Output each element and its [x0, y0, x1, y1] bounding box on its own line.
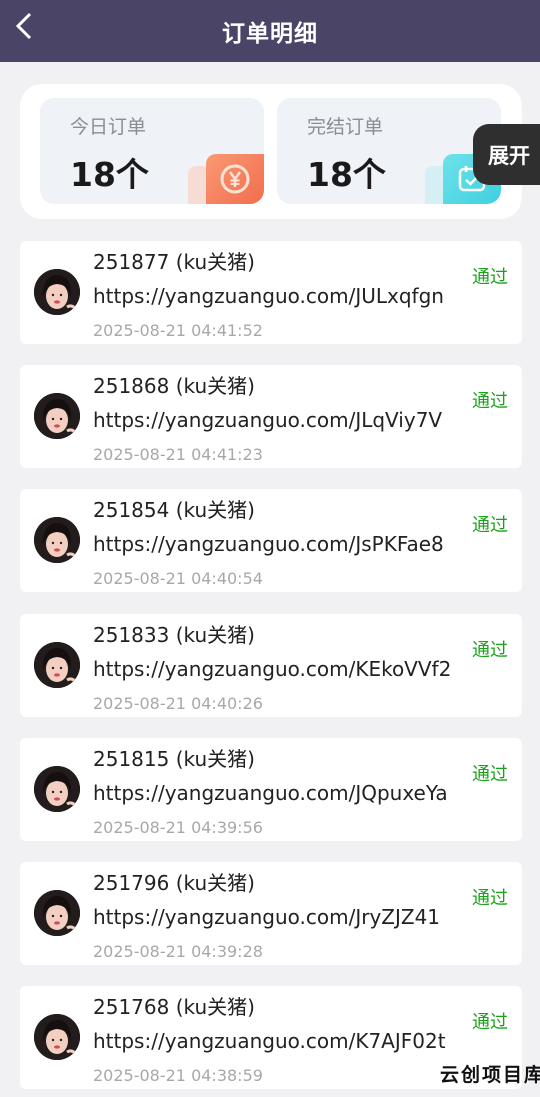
avatar — [34, 1014, 80, 1060]
order-title: 251815 (ku关猪) — [93, 747, 255, 771]
order-timestamp: 2025-08-21 04:41:52 — [93, 321, 263, 340]
order-status-badge[interactable]: 通过 — [472, 1008, 508, 1034]
order-title: 251877 (ku关猪) — [93, 250, 255, 274]
order-url: https://yangzuanguo.com/K7AJF02t — [93, 1029, 446, 1053]
order-stats-panel: 今日订单 18个 完结订单 18个 — [20, 84, 522, 219]
order-timestamp: 2025-08-21 04:40:54 — [93, 569, 263, 588]
order-list-item[interactable]: 251815 (ku关猪) https://yangzuanguo.com/JQp… — [20, 738, 522, 841]
order-title: 251796 (ku关猪) — [93, 871, 255, 895]
chevron-left-icon — [15, 12, 32, 40]
order-status-badge[interactable]: 通过 — [472, 511, 508, 537]
avatar — [34, 269, 80, 315]
order-status-badge[interactable]: 通过 — [472, 636, 508, 662]
completed-orders-label: 完结订单 — [307, 116, 384, 138]
completed-orders-stat: 完结订单 18个 — [277, 98, 501, 204]
page-title: 订单明细 — [222, 21, 318, 47]
order-timestamp: 2025-08-21 04:40:26 — [93, 694, 263, 713]
order-list-item[interactable]: 251833 (ku关猪) https://yangzuanguo.com/KEk… — [20, 614, 522, 717]
today-orders-stat: 今日订单 18个 — [40, 98, 264, 204]
order-timestamp: 2025-08-21 04:41:23 — [93, 445, 263, 464]
order-url: https://yangzuanguo.com/JQpuxeYa — [93, 781, 448, 805]
watermark-text: 云创项目库 — [440, 1064, 540, 1086]
order-list-item[interactable]: 251868 (ku关猪) https://yangzuanguo.com/JLq… — [20, 365, 522, 468]
order-url: https://yangzuanguo.com/JsPKFae8 — [93, 532, 444, 556]
today-orders-label: 今日订单 — [70, 116, 147, 138]
order-timestamp: 2025-08-21 04:39:56 — [93, 818, 263, 837]
order-url: https://yangzuanguo.com/KEkoVVf2 — [93, 657, 452, 681]
order-url: https://yangzuanguo.com/JULxqfgn — [93, 284, 444, 308]
order-title: 251768 (ku关猪) — [93, 995, 255, 1019]
order-status-badge[interactable]: 通过 — [472, 760, 508, 786]
order-title: 251854 (ku关猪) — [93, 498, 255, 522]
back-button[interactable] — [6, 8, 42, 44]
order-url: https://yangzuanguo.com/JLqViy7V — [93, 408, 443, 432]
avatar — [34, 642, 80, 688]
order-timestamp: 2025-08-21 04:38:59 — [93, 1066, 263, 1085]
order-status-badge[interactable]: 通过 — [472, 387, 508, 413]
order-url: https://yangzuanguo.com/JryZJZ41 — [93, 905, 441, 929]
avatar — [34, 766, 80, 812]
today-orders-count: 18个 — [70, 155, 149, 194]
avatar — [34, 890, 80, 936]
order-list-item[interactable]: 251854 (ku关猪) https://yangzuanguo.com/JsP… — [20, 489, 522, 592]
avatar — [34, 517, 80, 563]
avatar — [34, 393, 80, 439]
order-list-item[interactable]: 251796 (ku关猪) https://yangzuanguo.com/Jry… — [20, 862, 522, 965]
order-timestamp: 2025-08-21 04:39:28 — [93, 942, 263, 961]
order-list-item[interactable]: 251877 (ku关猪) https://yangzuanguo.com/JUL… — [20, 241, 522, 344]
top-bar: 订单明细 — [0, 0, 540, 62]
completed-orders-count: 18个 — [307, 155, 386, 194]
order-title: 251833 (ku关猪) — [93, 623, 255, 647]
order-status-badge[interactable]: 通过 — [472, 263, 508, 289]
yen-coin-icon — [206, 154, 264, 204]
order-title: 251868 (ku关猪) — [93, 374, 255, 398]
app-screen: 订单明细 今日订单 18个 完结订单 18个 展开 251877 (ku关猪) … — [0, 0, 540, 1097]
order-status-badge[interactable]: 通过 — [472, 884, 508, 910]
expand-button[interactable]: 展开 — [473, 124, 540, 185]
